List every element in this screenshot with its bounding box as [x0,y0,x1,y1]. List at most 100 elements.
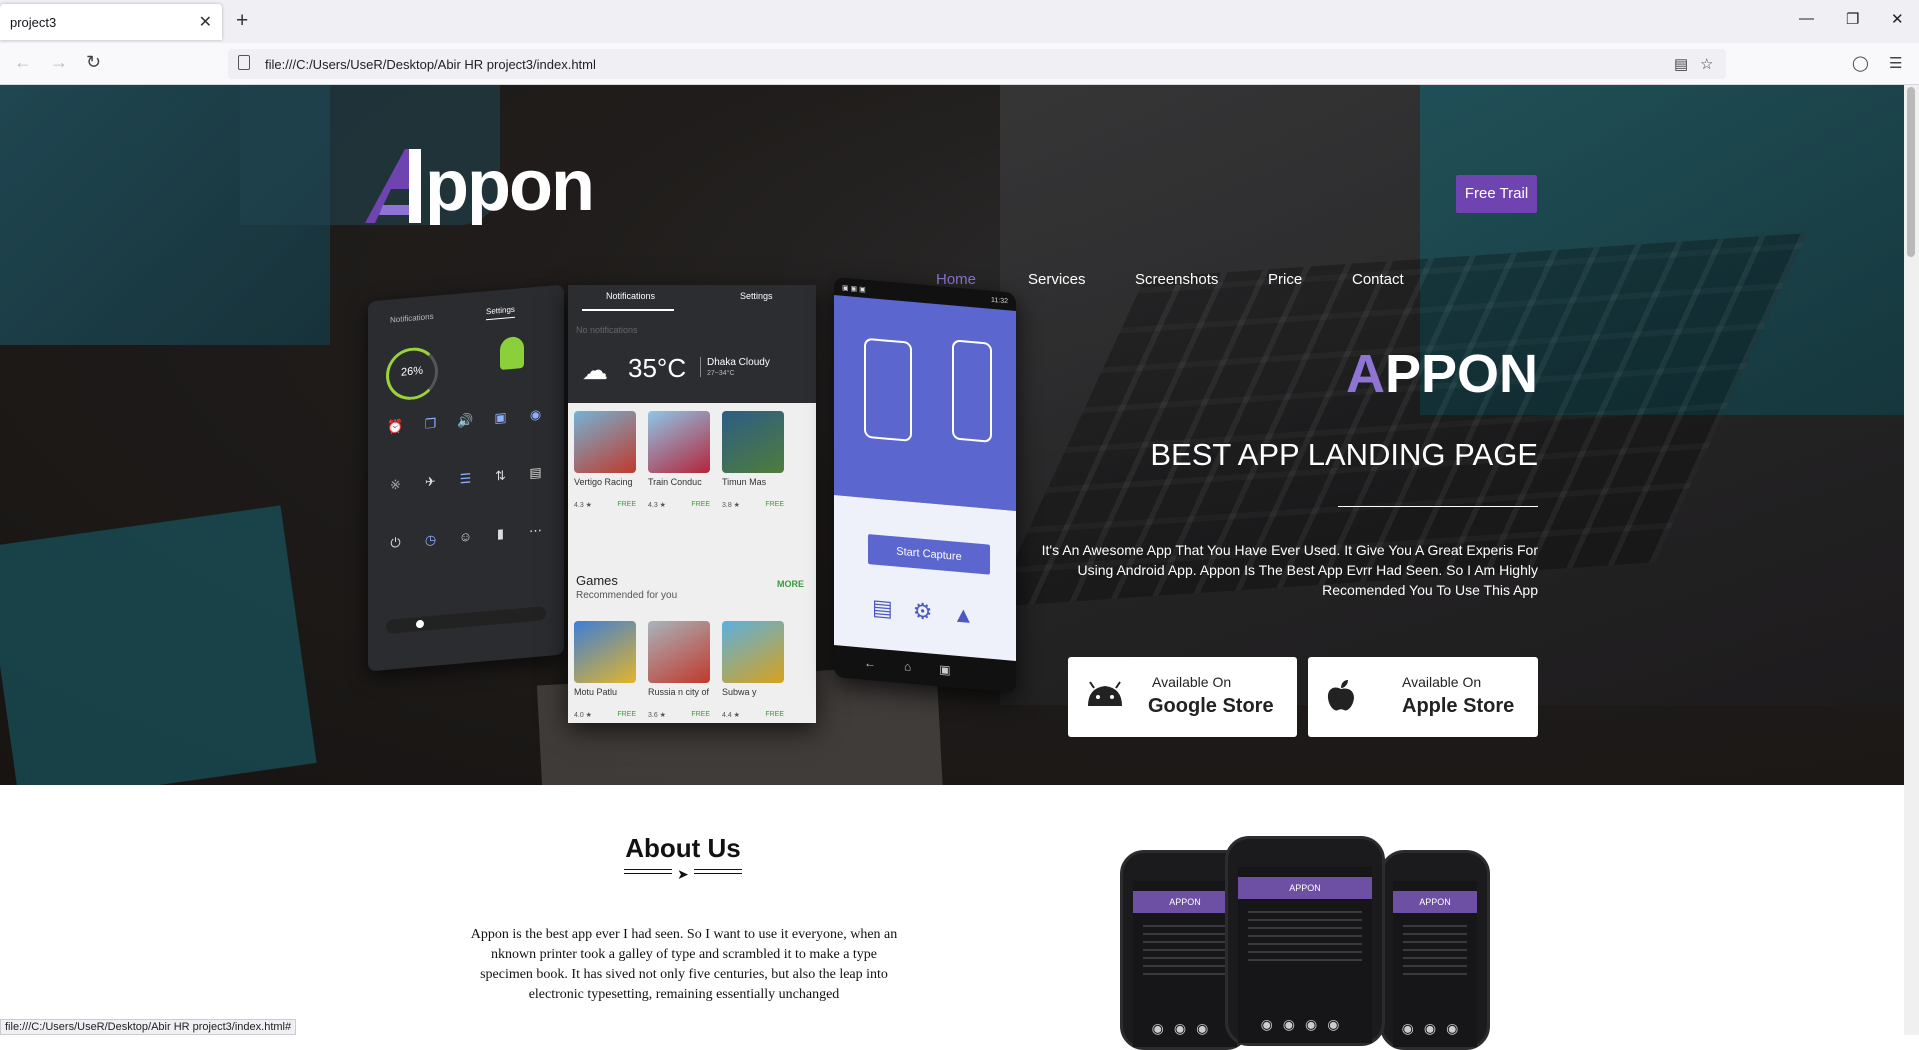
nav-screenshots[interactable]: Screenshots [1135,271,1218,288]
forward-icon[interactable]: → [50,52,68,73]
url-text[interactable]: file:///C:/Users/UseR/Desktop/Abir HR pr… [265,57,596,72]
address-bar[interactable]: file:///C:/Users/UseR/Desktop/Abir HR pr… [228,49,1726,79]
phone-diagram-icon [864,337,912,442]
tab-indicator [582,309,674,311]
google-store-label: Google Store [1148,695,1274,717]
hero-subtitle: BEST APP LANDING PAGE [1150,437,1538,472]
phone-store-screen: Notifications Settings No notifications … [568,285,816,723]
game-thumbnail [574,621,636,683]
game-meta: 3.6 ★ FREE [648,711,720,719]
mockup-screen: APPON ◉◉◉◉ [1238,867,1372,1043]
capture-tool-icons: ▤⚙▲ [872,594,995,631]
capture-panel: Start Capture ▤⚙▲ [834,495,1016,661]
nav-price[interactable]: Price [1268,271,1302,288]
mockup-screen: APPON ◉◉◉ [1393,881,1477,1047]
nav-services[interactable]: Services [1028,271,1086,288]
status-icons: ▣ ▣ ▣ [842,284,866,294]
app-price: FREE [617,501,636,508]
app-rating: 4.3 ★ [574,502,592,509]
battery-value: 26% [400,364,424,379]
google-store-button[interactable]: Available On Google Store [1068,657,1297,737]
tab-title: project3 [10,15,57,30]
app-meta: 3.8 ★ FREE [722,501,794,509]
hero-title-accent: A [1345,344,1385,404]
nav-home[interactable]: Home [936,271,977,294]
nav-home-label: Home [936,271,977,288]
browser-tab[interactable]: project3 ✕ [0,4,222,40]
weather-city: Dhaka Cloudy 27~34°C [700,357,770,377]
games-row: Motu Patlu 4.0 ★ FREE Russia n city of 3.… [574,621,814,719]
game-rating: 4.4 ★ [722,712,740,719]
bookmark-star-icon[interactable]: ☆ [1700,55,1713,73]
app-meta: 4.3 ★ FREE [648,501,720,509]
game-card: Motu Patlu 4.0 ★ FREE [574,621,646,719]
brightness-slider [386,606,546,634]
battery-gauge: 26% [386,345,438,402]
divider-line [624,869,672,870]
logo-text: ppon [425,146,595,226]
about-divider: ➤ [624,865,744,882]
app-price: FREE [691,501,710,508]
rocket-icon: ➤ [677,866,689,882]
user-icon: ☺ [458,528,473,545]
notification-header: Notifications Settings No notifications … [568,285,816,403]
minimize-icon[interactable]: — [1799,10,1814,27]
apple-store-label: Apple Store [1402,695,1515,717]
close-tab-icon[interactable]: ✕ [199,12,212,32]
phone-capture-screen: ▣ ▣ ▣ 11:32 Start Capture ▤⚙▲ ←⌂▣ [834,277,1016,693]
tab-notifications: Notifications [390,311,434,325]
hero-description: It's An Awesome App That You Have Ever U… [1041,542,1538,598]
phone-nav-icons: ←⌂▣ [864,655,979,680]
back-icon[interactable]: ← [14,52,32,73]
browser-tab-bar: project3 ✕ + — ❐ ✕ [0,0,1919,43]
start-capture-button: Start Capture [868,534,990,575]
divider-line [694,869,742,870]
game-meta: 4.0 ★ FREE [574,711,646,719]
temperature: 35°C [628,353,687,383]
pocket-icon[interactable]: ◯ [1852,54,1869,72]
page-scrollbar[interactable] [1904,85,1919,1035]
app-meta: 4.3 ★ FREE [574,501,646,509]
free-trail-button[interactable]: Free Trail [1456,175,1537,213]
more-icon: ⋯ [529,522,542,539]
quick-settings-grid: ⏰ ❐ 🔊 ▣ ◉ ※ ✈ ☰ ⇅ ▤ ⏻ ◷ ☺ ▮ ⋯ [378,405,554,594]
hero-title-rest: PPON [1384,344,1538,404]
hero-section: ppon Home Services Screenshots Price Con… [0,85,1904,785]
restore-icon[interactable]: ❐ [1846,10,1859,28]
nav-contact[interactable]: Contact [1352,271,1404,288]
mockup-content [1248,911,1362,961]
tab-notifications: Notifications [606,291,656,301]
phone-settings-screen: Notifications Settings 26% ⏰ ❐ 🔊 ▣ ◉ ※ ✈ ☰ ⇅ ▤ ⏻… [368,284,564,672]
close-window-icon[interactable]: ✕ [1891,10,1904,28]
mockup-brand-bar: APPON [1393,891,1477,913]
app-thumbnail [574,411,636,473]
no-notifications-text: No notifications [576,325,638,335]
menu-icon[interactable]: ☰ [1889,54,1902,72]
game-rating: 3.6 ★ [648,712,666,719]
airplane-icon: ✈ [425,473,436,490]
browser-toolbar: ← → ↻ file:///C:/Users/UseR/Desktop/Abir… [0,43,1919,85]
game-price: FREE [765,711,784,718]
phone-diagram-icon [952,339,992,443]
app-row: Vertigo Racing 4.3 ★ FREE Train Conduc 4.… [574,411,814,509]
app-rating: 4.3 ★ [648,502,666,509]
google-available-label: Available On [1152,674,1232,690]
apple-store-button[interactable]: Available On Apple Store [1308,657,1538,737]
app-card: Train Conduc 4.3 ★ FREE [648,411,720,509]
page-icon [238,55,250,70]
tab-settings: Settings [486,304,515,321]
reload-icon[interactable]: ↻ [86,52,101,73]
mockup-phone-right: APPON ◉◉◉ [1380,850,1490,1050]
game-price: FREE [691,711,710,718]
mockup-brand-bar: APPON [1133,891,1237,913]
apple-available-label: Available On [1402,674,1482,690]
site-logo[interactable]: ppon [365,145,605,227]
games-section-header: Games Recommended for you MORE [576,573,808,601]
power-icon: ⏻ [390,534,401,551]
new-tab-icon[interactable]: + [236,9,248,33]
location-icon: ◉ [529,406,542,423]
data-icon: ⇅ [495,467,506,484]
bluetooth-icon: ※ [390,476,401,493]
scrollbar-thumb[interactable] [1907,87,1915,257]
reader-view-icon[interactable]: ▤ [1674,55,1688,73]
